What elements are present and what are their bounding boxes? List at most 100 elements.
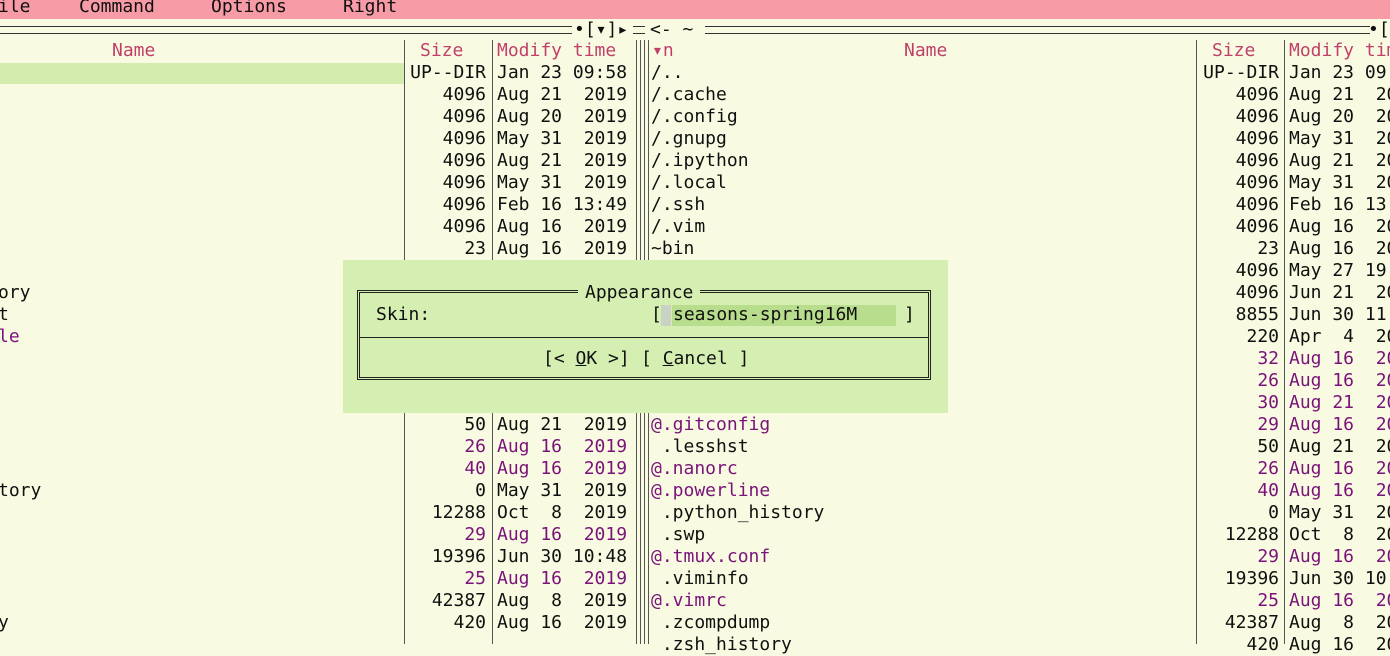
left-file-date: Aug 16 2019 — [497, 612, 628, 633]
right-file-date: Oct 8 20 — [1289, 524, 1390, 545]
left-file-size: 26 — [464, 436, 486, 457]
left-file-date: May 31 2019 — [497, 480, 628, 501]
right-file-date: May 31 20 — [1289, 172, 1390, 193]
right-file-name[interactable]: .zcompdump — [651, 612, 770, 634]
right-file-size: 220 — [1246, 326, 1279, 347]
right-file-date: Aug 16 20 — [1289, 634, 1390, 655]
right-file-size: 26 — [1257, 370, 1279, 391]
right-file-name[interactable]: /.. — [651, 62, 684, 84]
right-file-name[interactable]: .zsh_history — [651, 634, 792, 656]
left-file-date: Aug 21 2019 — [497, 150, 628, 171]
left-file-size: 4096 — [442, 216, 486, 237]
menu-command[interactable]: Command — [79, 0, 155, 18]
right-file-date: Aug 16 20 — [1289, 370, 1390, 391]
right-header-name[interactable]: Name — [904, 40, 947, 62]
left-header-modify[interactable]: Modify time — [497, 40, 616, 62]
left-file-date: Jun 30 10:48 — [497, 546, 628, 567]
right-file-date: May 31 20 — [1289, 128, 1390, 149]
left-file-name[interactable]: ory — [0, 282, 31, 304]
right-file-date: May 27 19 — [1289, 260, 1387, 281]
left-file-size: 23 — [464, 238, 486, 259]
right-file-name[interactable]: .swp — [651, 524, 705, 546]
menu-right[interactable]: Right — [343, 0, 397, 18]
left-file-date: Aug 16 2019 — [497, 458, 628, 479]
right-header-size[interactable]: Size — [1212, 40, 1255, 62]
right-file-size: 50 — [1257, 436, 1279, 457]
right-file-date: Aug 16 20 — [1289, 238, 1390, 259]
right-file-size: 23 — [1257, 238, 1279, 259]
right-file-size: 4096 — [1235, 260, 1279, 281]
left-header-size[interactable]: Size — [420, 40, 463, 62]
left-file-size: 420 — [453, 612, 486, 633]
menu-left[interactable]: ile — [0, 0, 31, 18]
right-file-name[interactable]: @.nanorc — [651, 458, 738, 480]
right-file-date: Aug 21 20 — [1289, 84, 1390, 105]
left-panel-history-button[interactable]: •[▾]▸ — [574, 19, 628, 41]
right-file-size: 29 — [1257, 546, 1279, 567]
right-file-size: 42387 — [1224, 612, 1279, 633]
right-file-size: 4096 — [1235, 150, 1279, 171]
right-file-size: 40 — [1257, 480, 1279, 501]
right-file-name[interactable]: /.ssh — [651, 194, 705, 216]
right-file-date: Aug 21 20 — [1289, 392, 1390, 413]
left-file-date: Aug 20 2019 — [497, 106, 628, 127]
left-header-name[interactable]: Name — [112, 40, 155, 62]
right-file-name[interactable]: /.ipython — [651, 150, 749, 172]
skin-bracket-open: [ — [651, 304, 662, 325]
left-panel-top-border — [0, 26, 572, 34]
left-file-date: Oct 8 2019 — [497, 502, 628, 523]
right-file-date: Aug 16 20 — [1289, 480, 1390, 501]
right-file-size: 4096 — [1235, 282, 1279, 303]
ok-button[interactable]: [< OK >] — [543, 348, 630, 370]
right-file-name[interactable]: /.vim — [651, 216, 705, 238]
right-file-date: Jun 30 11 — [1289, 304, 1387, 325]
right-file-name[interactable]: @.gitconfig — [651, 414, 770, 436]
right-panel-path[interactable]: <- ~ — [650, 19, 693, 41]
ok-hotkey: O — [575, 348, 587, 369]
right-file-size: 4096 — [1235, 106, 1279, 127]
right-file-size: 12288 — [1224, 524, 1279, 545]
right-file-name[interactable]: /.local — [651, 172, 727, 194]
left-file-name[interactable]: le — [0, 326, 20, 348]
right-header-modify[interactable]: Modify tim — [1289, 40, 1390, 62]
right-file-size: 30 — [1257, 392, 1279, 413]
right-header-sort[interactable]: ▾n — [652, 40, 674, 62]
skin-value[interactable]: seasons-spring16M — [673, 304, 857, 326]
right-file-date: Apr 4 20 — [1289, 326, 1390, 347]
right-file-size: 4096 — [1235, 172, 1279, 193]
left-file-date: Aug 16 2019 — [497, 436, 628, 457]
left-file-size: 0 — [475, 480, 486, 501]
right-file-name[interactable]: ~bin — [651, 238, 694, 260]
right-col-sep-2 — [1284, 40, 1285, 644]
right-file-name[interactable]: .viminfo — [651, 568, 749, 590]
right-file-date: Aug 16 20 — [1289, 590, 1390, 611]
left-file-size: 42387 — [431, 590, 486, 611]
left-file-size: 4096 — [442, 194, 486, 215]
cancel-hotkey: C — [662, 348, 674, 369]
left-file-size: 19396 — [431, 546, 486, 567]
right-file-name[interactable]: /.config — [651, 106, 738, 128]
left-panel-selected-row[interactable] — [0, 63, 404, 84]
right-file-size: 32 — [1257, 348, 1279, 369]
right-file-date: Aug 20 20 — [1289, 106, 1390, 127]
right-file-name[interactable]: @.vimrc — [651, 590, 727, 612]
right-file-name[interactable]: .lesshst — [651, 436, 749, 458]
left-panel-top-border-end — [633, 26, 645, 34]
cancel-button[interactable]: [ Cancel ] — [641, 348, 749, 370]
left-file-date: Aug 16 2019 — [497, 238, 628, 259]
right-file-name[interactable]: @.powerline — [651, 480, 770, 502]
right-panel-history-button[interactable]: •[ — [1368, 19, 1390, 41]
right-file-size: 420 — [1246, 634, 1279, 655]
right-file-date: Aug 16 20 — [1289, 414, 1390, 435]
right-file-name[interactable]: @.tmux.conf — [651, 546, 770, 568]
right-file-size: 29 — [1257, 414, 1279, 435]
right-file-date: Feb 16 13 — [1289, 194, 1387, 215]
left-file-name[interactable]: tory — [0, 480, 41, 502]
menu-options[interactable]: Options — [211, 0, 287, 18]
left-file-name[interactable]: y — [0, 612, 9, 634]
right-file-name[interactable]: .python_history — [651, 502, 825, 524]
right-col-sep-1 — [1196, 40, 1197, 644]
right-file-name[interactable]: /.gnupg — [651, 128, 727, 150]
left-file-name[interactable]: t — [0, 304, 9, 326]
right-file-name[interactable]: /.cache — [651, 84, 727, 106]
